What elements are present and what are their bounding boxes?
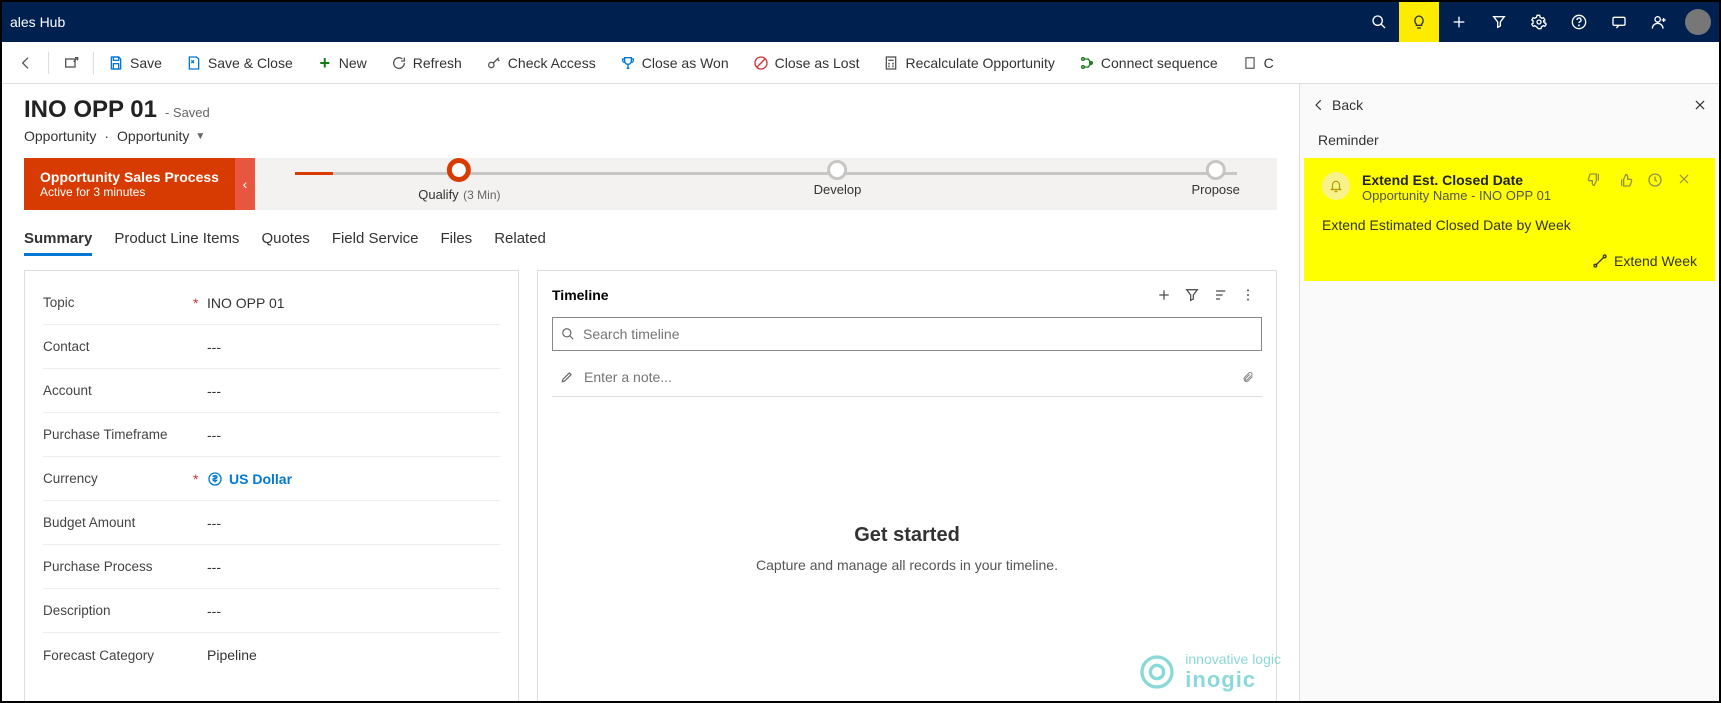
chevron-down-icon[interactable]: ▼ [195, 131, 205, 142]
timeline-title: Timeline [552, 287, 609, 303]
close-as-won-button[interactable]: Close as Won [608, 42, 741, 84]
field-contact[interactable]: Contact--- [43, 325, 500, 369]
timeline-filter-icon[interactable] [1178, 281, 1206, 309]
reminder-card: Extend Est. Closed Date Opportunity Name… [1304, 158, 1715, 281]
field-budget-amount[interactable]: Budget Amount--- [43, 501, 500, 545]
search-icon [561, 327, 575, 341]
summary-form-section: Topic*INO OPP 01 Contact--- Account--- P… [24, 270, 519, 701]
panel-section-title: Reminder [1300, 126, 1719, 158]
business-process-flow: Opportunity Sales Process Active for 3 m… [24, 158, 1277, 210]
field-description[interactable]: Description--- [43, 589, 500, 633]
timeline-search[interactable] [552, 317, 1262, 351]
doc-icon [1242, 55, 1258, 71]
sequence-icon [1079, 55, 1095, 71]
timeline-add-icon[interactable] [1150, 281, 1178, 309]
form-tabs: Summary Product Line Items Quotes Field … [24, 224, 1277, 256]
field-account[interactable]: Account--- [43, 369, 500, 413]
record-save-state: - Saved [165, 105, 210, 120]
field-currency[interactable]: Currency*US Dollar [43, 457, 500, 501]
trophy-icon [620, 55, 636, 71]
connect-sequence-button[interactable]: Connect sequence [1067, 42, 1230, 84]
refresh-button[interactable]: Refresh [379, 42, 474, 84]
extend-week-action[interactable]: Extend Week [1592, 253, 1697, 269]
thumbs-down-icon[interactable] [1587, 172, 1607, 192]
currency-icon [207, 471, 223, 487]
pencil-icon [560, 370, 574, 384]
attachment-icon[interactable] [1242, 369, 1254, 385]
field-forecast-category[interactable]: Forecast CategoryPipeline [43, 633, 500, 677]
form-selector[interactable]: Opportunity [117, 128, 189, 144]
card-title: Extend Est. Closed Date [1362, 172, 1575, 188]
timeline-more-icon[interactable] [1234, 281, 1262, 309]
help-icon[interactable] [1559, 2, 1599, 42]
timeline-sort-icon[interactable] [1206, 281, 1234, 309]
tab-quotes[interactable]: Quotes [261, 224, 309, 256]
open-new-window-icon[interactable] [51, 42, 91, 84]
card-subtitle: Opportunity Name - INO OPP 01 [1362, 188, 1575, 203]
timeline-search-input[interactable] [583, 326, 1253, 342]
save-icon [108, 55, 124, 71]
record-breadcrumb: Opportunity Opportunity ▼ [24, 128, 1277, 144]
recalculate-button[interactable]: Recalculate Opportunity [871, 42, 1066, 84]
person-add-icon[interactable] [1639, 2, 1679, 42]
save-close-icon [186, 55, 202, 71]
field-purchase-timeframe[interactable]: Purchase Timeframe--- [43, 413, 500, 457]
app-title: ales Hub [10, 14, 65, 30]
search-icon[interactable] [1359, 2, 1399, 42]
user-avatar[interactable] [1685, 9, 1711, 35]
thumbs-up-icon[interactable] [1617, 172, 1637, 192]
truncated-command[interactable]: C [1230, 42, 1286, 84]
bpf-stage-qualify[interactable]: Qualify (3 Min) [418, 160, 500, 204]
tab-related[interactable]: Related [494, 224, 546, 256]
save-button[interactable]: Save [96, 42, 174, 84]
timeline-section: Timeline Get started [537, 270, 1277, 701]
assistant-bulb-icon[interactable] [1399, 2, 1439, 42]
tab-field-service[interactable]: Field Service [332, 224, 419, 256]
flow-icon [1592, 253, 1608, 269]
check-access-button[interactable]: Check Access [474, 42, 608, 84]
bpf-collapse-toggle[interactable]: ‹ [235, 158, 255, 210]
card-close-icon[interactable] [1677, 172, 1697, 192]
bpf-stage-propose[interactable]: Propose [1191, 160, 1239, 197]
prohibit-icon [753, 55, 769, 71]
panel-back-button[interactable]: Back [1312, 97, 1363, 113]
panel-close-icon[interactable] [1693, 98, 1707, 112]
filter-icon[interactable] [1479, 2, 1519, 42]
field-purchase-process[interactable]: Purchase Process--- [43, 545, 500, 589]
timeline-note-entry[interactable] [552, 357, 1262, 397]
global-nav-bar: ales Hub [2, 2, 1719, 42]
command-bar: Save Save & Close +New Refresh Check Acc… [2, 42, 1719, 84]
chat-icon[interactable] [1599, 2, 1639, 42]
field-topic[interactable]: Topic*INO OPP 01 [43, 281, 500, 325]
calculator-icon [883, 55, 899, 71]
card-body: Extend Estimated Closed Date by Week [1322, 217, 1697, 233]
timeline-empty-state: Get started Capture and manage all recor… [552, 397, 1262, 699]
save-close-button[interactable]: Save & Close [174, 42, 305, 84]
refresh-icon [391, 55, 407, 71]
close-as-lost-button[interactable]: Close as Lost [741, 42, 872, 84]
tab-summary[interactable]: Summary [24, 224, 92, 256]
arrow-left-icon [1312, 98, 1326, 112]
back-button[interactable] [6, 42, 46, 84]
bpf-header[interactable]: Opportunity Sales Process Active for 3 m… [24, 158, 235, 210]
new-button[interactable]: +New [305, 42, 379, 84]
snooze-clock-icon[interactable] [1647, 172, 1667, 192]
entity-label: Opportunity [24, 128, 96, 144]
bell-icon [1322, 172, 1350, 200]
record-title: INO OPP 01 [24, 96, 157, 124]
bpf-stage-develop[interactable]: Develop [814, 160, 862, 197]
settings-gear-icon[interactable] [1519, 2, 1559, 42]
timeline-note-input[interactable] [584, 369, 1232, 385]
tab-files[interactable]: Files [441, 224, 473, 256]
tab-product-line-items[interactable]: Product Line Items [114, 224, 239, 256]
plus-icon: + [317, 55, 333, 71]
key-icon [486, 55, 502, 71]
assistant-panel: Back Reminder Extend Est. Closed Date Op… [1299, 84, 1719, 701]
add-icon[interactable] [1439, 2, 1479, 42]
